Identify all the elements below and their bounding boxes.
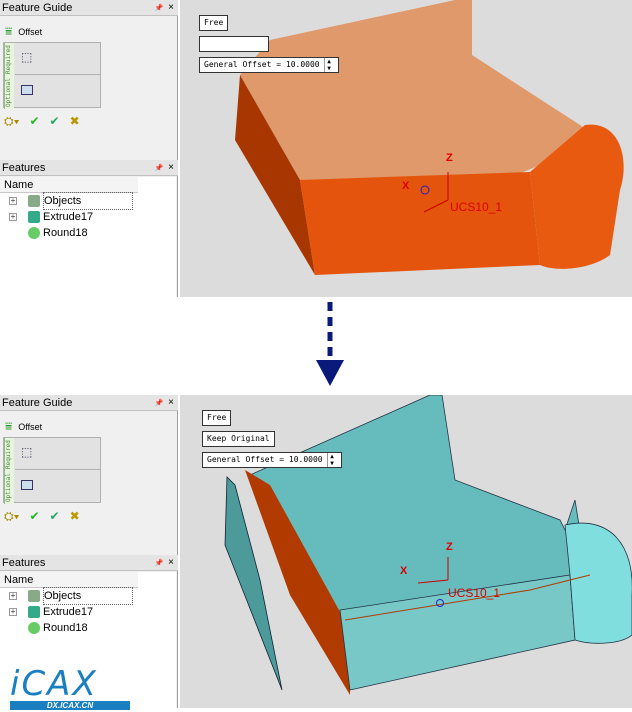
item-label: Objects xyxy=(43,587,133,605)
x-label: X xyxy=(400,565,408,577)
close-icon[interactable]: × xyxy=(168,2,174,13)
offset-icon: ⩸ xyxy=(5,24,13,38)
option-label[interactable]: Keep Original xyxy=(202,431,275,447)
z-label: Z xyxy=(446,152,453,164)
close-icon[interactable]: × xyxy=(168,162,174,173)
mode-label[interactable]: Free xyxy=(202,410,232,426)
before-screenshot: Feature Guide 📌 × ⩸ Offset Required Optiona… xyxy=(0,0,632,297)
pin-icon[interactable]: 📌 xyxy=(154,5,163,12)
item-label: Extrude17 xyxy=(43,211,94,223)
feature-tree: Name + Objects + Extrude17 Round18 xyxy=(0,177,176,297)
objects-icon xyxy=(28,590,40,602)
offset-round-face xyxy=(564,522,632,644)
ucs-label: UCS10_1 xyxy=(450,200,503,214)
pin-icon[interactable]: 📌 xyxy=(154,400,163,407)
feature-guide-header: Feature Guide 📌 × xyxy=(0,0,178,16)
panel-title: Feature Guide xyxy=(2,2,73,14)
required-cell[interactable]: ⬚ xyxy=(15,43,100,75)
item-label: Objects xyxy=(43,192,133,210)
item-label: Round18 xyxy=(43,227,88,239)
input-grid: Required Optional ⬚ xyxy=(3,42,101,109)
features-header: Features 📌 × xyxy=(0,555,178,571)
offset-command: ⩸ Offset xyxy=(5,419,42,434)
z-label: Z xyxy=(446,541,453,553)
pin-icon[interactable]: 📌 xyxy=(154,560,163,567)
guide-toolbar: ⛭▾ ✔ ✔ ✖ xyxy=(4,509,80,524)
tree-item-extrude17[interactable]: + Extrude17 xyxy=(0,209,176,225)
select-entity-icon[interactable]: ⬚ xyxy=(21,445,32,459)
offset-field[interactable]: General Offset = 10.0000 ▲ ▼ xyxy=(202,452,342,468)
sidebar: Feature Guide 📌 × ⩸ Offset Required Optiona… xyxy=(0,0,178,297)
apply-icon[interactable]: ✔ xyxy=(50,114,60,129)
features-header: Features 📌 × xyxy=(0,160,178,176)
3d-viewport[interactable]: Z X UCS10_1 Free Keep Original General O… xyxy=(180,395,632,708)
tree-item-round18[interactable]: Round18 xyxy=(0,225,176,241)
watermark-logo: iCAX DX.ICAX.CN xyxy=(10,667,130,710)
feature-guide-header: Feature Guide 📌 × xyxy=(0,395,178,411)
select-entity-icon[interactable]: ⬚ xyxy=(21,50,32,64)
cancel-icon[interactable]: ✖ xyxy=(70,114,80,129)
expand-icon[interactable]: + xyxy=(9,213,17,221)
cancel-icon[interactable]: ✖ xyxy=(70,509,80,524)
close-icon[interactable]: × xyxy=(168,397,174,408)
x-label: X xyxy=(402,180,410,192)
objects-icon xyxy=(28,195,40,207)
offset-value[interactable]: General Offset = 10.0000 xyxy=(204,60,320,69)
round-icon xyxy=(28,622,40,634)
column-name[interactable]: Name xyxy=(0,572,138,588)
ok-icon[interactable]: ✔ xyxy=(29,114,39,129)
options-icon[interactable] xyxy=(21,85,33,95)
round-icon xyxy=(28,227,40,239)
input-grid: Required Optional ⬚ xyxy=(3,437,101,504)
extrude-icon xyxy=(28,606,40,618)
expand-icon[interactable]: + xyxy=(9,197,17,205)
side-face-front xyxy=(300,172,540,275)
guide-toolbar: ⛭▾ ✔ ✔ ✖ xyxy=(4,114,80,129)
mode-label[interactable]: Free xyxy=(199,15,229,31)
required-cell[interactable]: ⬚ xyxy=(15,438,100,470)
offset-field[interactable]: General Offset = 10.0000 ▲ ▼ xyxy=(199,57,339,73)
pin-icon[interactable]: 📌 xyxy=(154,165,163,172)
tree-item-objects[interactable]: + Objects xyxy=(0,192,176,210)
tree-item-round18[interactable]: Round18 xyxy=(0,620,176,636)
optional-tab[interactable]: Optional xyxy=(4,471,14,504)
item-label: Round18 xyxy=(43,622,88,634)
ok-icon[interactable]: ✔ xyxy=(29,509,39,524)
spinner[interactable]: ▲ ▼ xyxy=(326,453,337,467)
extrude-icon xyxy=(28,211,40,223)
offset-command: ⩸ Offset xyxy=(5,24,42,39)
panel-title: Feature Guide xyxy=(2,397,73,409)
command-label: Offset xyxy=(18,421,43,432)
panel-title: Features xyxy=(2,557,46,569)
option-label[interactable] xyxy=(199,36,269,52)
panel-title: Features xyxy=(2,162,46,174)
tree-item-objects[interactable]: + Objects xyxy=(0,587,176,605)
options-icon[interactable] xyxy=(21,480,33,490)
ucs-label: UCS10_1 xyxy=(448,586,501,600)
apply-icon[interactable]: ✔ xyxy=(50,509,60,524)
3d-viewport[interactable]: Z X UCS10_1 Free General Offset = 10.000… xyxy=(180,0,632,297)
offset-value[interactable]: General Offset = 10.0000 xyxy=(207,455,323,464)
expand-icon[interactable]: + xyxy=(9,608,17,616)
column-name[interactable]: Name xyxy=(0,177,138,193)
expand-icon[interactable]: + xyxy=(9,592,17,600)
required-tab[interactable]: Required xyxy=(4,438,14,471)
preview-icon[interactable]: ⛭▾ xyxy=(4,114,19,129)
tree-item-extrude17[interactable]: + Extrude17 xyxy=(0,604,176,620)
sidebar: Feature Guide 📌 × ⩸ Offset Required Optiona… xyxy=(0,395,178,710)
preview-icon[interactable]: ⛭▾ xyxy=(4,509,19,524)
after-screenshot: Feature Guide 📌 × ⩸ Offset Required Optiona… xyxy=(0,395,632,710)
feature-tree: Name + Objects + Extrude17 Round18 iCAX DX… xyxy=(0,572,176,710)
item-label: Extrude17 xyxy=(43,606,94,618)
offset-icon: ⩸ xyxy=(5,419,13,433)
command-label: Offset xyxy=(18,26,43,37)
spinner[interactable]: ▲ ▼ xyxy=(323,58,334,72)
optional-tab[interactable]: Optional xyxy=(4,76,14,109)
close-icon[interactable]: × xyxy=(168,557,174,568)
optional-cell[interactable] xyxy=(15,76,100,108)
required-tab[interactable]: Required xyxy=(4,43,14,76)
optional-cell[interactable] xyxy=(15,471,100,503)
